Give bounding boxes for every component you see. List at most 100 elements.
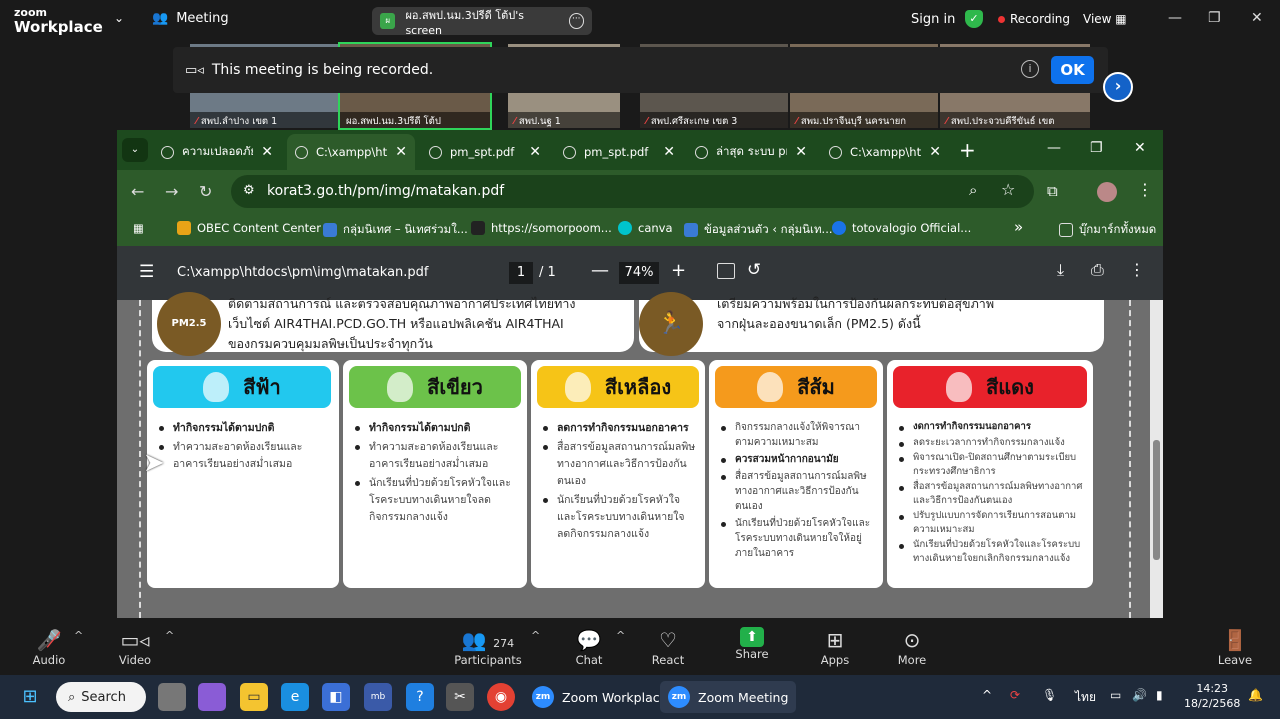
browser-tab[interactable]: ล่าสุด ระบบ pr ✕ <box>687 134 815 170</box>
task-view-icon[interactable] <box>158 683 186 711</box>
show-hidden-icons-icon[interactable]: ^ <box>982 688 992 702</box>
zoom-in-icon[interactable]: + <box>671 260 686 281</box>
chat-options-icon[interactable]: ^ <box>616 629 625 642</box>
network-icon[interactable]: ▭ <box>1110 688 1121 702</box>
bookmark-item[interactable]: canva <box>618 221 673 235</box>
volume-icon[interactable]: 🔊 <box>1132 688 1147 702</box>
bookmark-item[interactable]: totovalogio Official... <box>832 221 971 235</box>
hamburger-menu-icon[interactable]: ☰ <box>139 262 154 282</box>
close-tab-icon[interactable]: ✕ <box>795 144 807 160</box>
view-menu-button[interactable]: View ▦ <box>1083 12 1127 26</box>
mic-tray-icon[interactable]: 🎙 <box>1042 688 1057 702</box>
chat-button[interactable]: 💬 Chat <box>554 627 624 667</box>
extensions-icon[interactable]: ⧉ <box>1047 182 1058 200</box>
leave-button[interactable]: 🚪 Leave <box>1200 627 1270 667</box>
scrollbar-thumb[interactable] <box>1153 440 1160 560</box>
more-options-icon[interactable]: ··· <box>568 13 584 29</box>
fit-page-icon[interactable] <box>717 263 735 279</box>
bookmark-item[interactable]: OBEC Content Center <box>177 221 321 235</box>
bookmark-item[interactable]: กลุ่มนิเทศ – นิเทศร่วมใ... <box>323 221 468 239</box>
app-icon[interactable]: mb <box>364 683 392 711</box>
restore-icon[interactable]: ❐ <box>1208 10 1221 26</box>
sync-icon[interactable]: ⟳ <box>1010 688 1020 702</box>
participants-options-icon[interactable]: ^ <box>531 629 540 642</box>
app-icon[interactable]: ✂ <box>446 683 474 711</box>
print-icon[interactable]: ⎙ <box>1091 260 1104 280</box>
apps-grid-icon[interactable]: ▦ <box>133 221 144 235</box>
audio-options-icon[interactable]: ^ <box>74 629 83 642</box>
close-tab-icon[interactable]: ✕ <box>929 144 941 160</box>
notification-icon[interactable]: 🔔 <box>1248 688 1263 702</box>
page-number-input[interactable]: 1 <box>509 262 533 284</box>
next-page-arrow-icon[interactable]: › <box>1103 72 1133 102</box>
download-icon[interactable]: ⤓ <box>1057 260 1064 280</box>
more-bookmarks-icon[interactable]: » <box>1014 218 1023 236</box>
taskbar-clock[interactable]: 14:23 18/2/2568 <box>1184 681 1240 711</box>
close-icon[interactable]: ✕ <box>1134 140 1146 156</box>
all-bookmarks-folder[interactable]: บุ๊กมาร์กทั้งหมด <box>1059 221 1156 239</box>
restore-icon[interactable]: ❐ <box>1090 140 1103 156</box>
new-tab-icon[interactable]: + <box>959 138 976 162</box>
address-bar[interactable]: ⚙ korat3.go.th/pm/img/matakan.pdf ⌕ ☆ <box>231 175 1034 208</box>
site-settings-icon[interactable]: ⚙ <box>243 183 255 198</box>
back-icon[interactable]: ← <box>131 182 144 201</box>
participants-button[interactable]: 👥 274 Participants <box>448 627 528 667</box>
more-button[interactable]: ⊙ More <box>877 627 947 667</box>
browser-menu-icon[interactable]: ⋮ <box>1137 180 1153 199</box>
apps-button[interactable]: ⊞ Apps <box>800 627 870 667</box>
close-tab-icon[interactable]: ✕ <box>261 144 273 160</box>
ok-button[interactable]: OK <box>1051 56 1094 84</box>
chevron-down-icon[interactable]: ⌄ <box>114 11 124 25</box>
start-windows-icon[interactable]: ⊞ <box>16 683 44 711</box>
browser-tab[interactable]: pm_spt.pdf ✕ <box>555 134 683 170</box>
zoom-level-input[interactable]: 74% <box>619 262 659 284</box>
close-tab-icon[interactable]: ✕ <box>395 144 407 160</box>
bookmark-star-icon[interactable]: ☆ <box>1001 180 1015 199</box>
security-shield-icon[interactable]: ✓ <box>965 10 983 28</box>
minimize-icon[interactable]: — <box>1047 140 1061 156</box>
bookmark-favicon <box>471 221 485 235</box>
minimize-icon[interactable]: — <box>1168 10 1182 26</box>
video-options-icon[interactable]: ^ <box>165 629 174 642</box>
taskbar-search[interactable]: ⌕ Search <box>56 682 146 712</box>
file-explorer-icon[interactable]: ▭ <box>240 683 268 711</box>
react-button[interactable]: ♡ React <box>633 627 703 667</box>
taskbar-zoom-workplace[interactable]: zm Zoom Workplace <box>524 681 675 713</box>
rotate-icon[interactable]: ↺ <box>747 260 761 280</box>
close-icon[interactable]: ✕ <box>1251 10 1263 26</box>
browser-tab[interactable]: pm_spt.pdf ✕ <box>421 134 549 170</box>
browser-tab[interactable]: C:\xampp\ht ✕ <box>821 134 949 170</box>
bookmark-item[interactable]: https://somorpoom... <box>471 221 612 235</box>
url-text[interactable]: korat3.go.th/pm/img/matakan.pdf <box>267 183 504 199</box>
store-icon[interactable]: ◧ <box>322 683 350 711</box>
copilot-icon[interactable] <box>198 683 226 711</box>
battery-icon[interactable]: ▮ <box>1156 688 1163 702</box>
close-tab-icon[interactable]: ✕ <box>663 144 675 160</box>
taskbar-zoom-meeting[interactable]: zm Zoom Meeting <box>660 681 797 713</box>
help-icon[interactable]: ? <box>406 683 434 711</box>
meeting-menu[interactable]: 👥 Meeting <box>152 11 229 26</box>
screen-share-indicator[interactable]: ผ ผอ.สพป.นม.3ปรีดี โต้ป's screen ··· <box>372 7 592 37</box>
reload-icon[interactable]: ↻ <box>199 182 212 201</box>
browser-tab-active[interactable]: C:\xampp\ht ✕ <box>287 134 415 170</box>
tab-search-icon[interactable]: ⌄ <box>122 138 148 162</box>
sign-in-button[interactable]: Sign in <box>911 12 955 27</box>
participants-count: 274 <box>493 637 515 650</box>
browser-tab[interactable]: ความเปลอดภัยใ ✕ <box>153 134 281 170</box>
level-card-red: สีแดง งดการทำกิจกรรมนอกอาคาร ลดระยะเวลาก… <box>887 360 1093 588</box>
close-tab-icon[interactable]: ✕ <box>529 144 541 160</box>
forward-icon[interactable]: → <box>165 182 178 201</box>
video-button[interactable]: ▭◃ Video <box>100 627 170 667</box>
profile-avatar[interactable] <box>1097 182 1117 202</box>
bookmark-item[interactable]: ข้อมูลส่วนตัว ‹ กลุ่มนิเท... <box>684 221 833 239</box>
edge-browser-icon[interactable]: e <box>281 683 309 711</box>
more-options-icon[interactable]: ⋮ <box>1129 260 1145 279</box>
language-indicator[interactable]: ไทย <box>1075 688 1096 707</box>
recording-indicator[interactable]: Recording <box>998 12 1070 26</box>
info-icon[interactable]: i <box>1021 60 1039 78</box>
zoom-out-icon[interactable]: — <box>591 260 609 281</box>
chrome-icon[interactable]: ◉ <box>487 683 515 711</box>
share-button[interactable]: ⬆ Share <box>717 627 787 661</box>
zoom-lens-icon[interactable]: ⌕ <box>969 181 977 199</box>
pdf-scrollbar[interactable] <box>1150 300 1163 618</box>
